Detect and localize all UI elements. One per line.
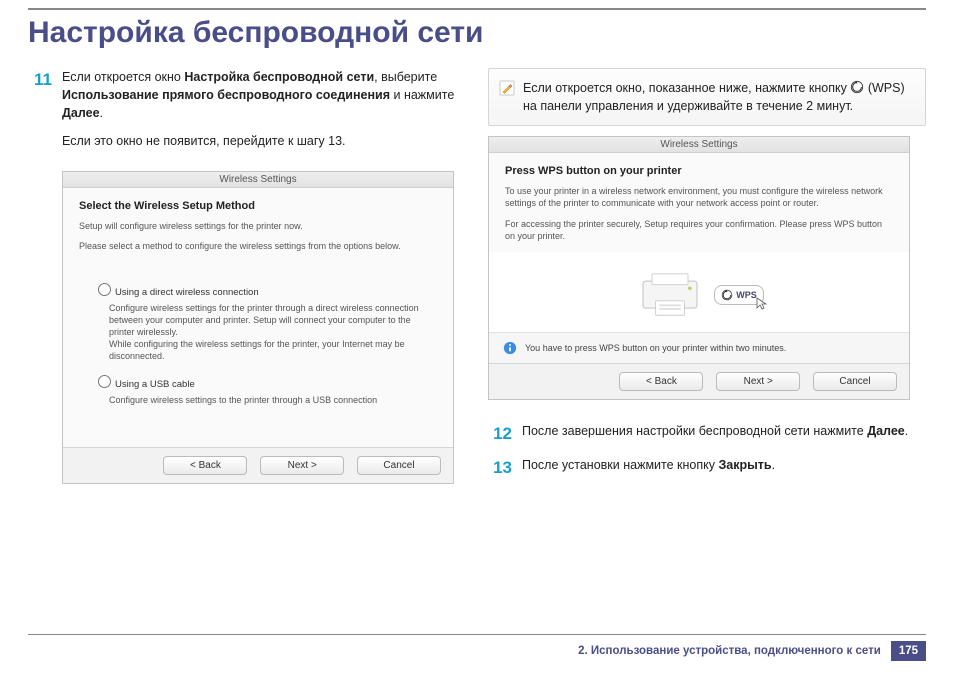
pencil-icon xyxy=(499,80,515,96)
wps-warning-text: You have to press WPS button on your pri… xyxy=(525,343,786,353)
step-12-number: 12 xyxy=(488,422,512,447)
option-usb-cable[interactable]: Using a USB cable xyxy=(93,372,437,390)
cancel-button[interactable]: Cancel xyxy=(357,456,441,475)
dialog-titlebar: Wireless Settings xyxy=(489,137,909,153)
step-11-body: Если откроется окно Настройка беспроводн… xyxy=(62,68,466,161)
option-direct-wireless[interactable]: Using a direct wireless connection xyxy=(93,280,437,298)
dialog-heading: Select the Wireless Setup Method xyxy=(79,200,437,212)
cursor-icon xyxy=(753,296,769,312)
wps-button[interactable]: WPS xyxy=(714,285,764,305)
step-13-body: После установки нажмите кнопку Закрыть. xyxy=(522,456,926,481)
step-12-body: После завершения настройки беспроводной … xyxy=(522,422,926,447)
step-11-number: 11 xyxy=(28,68,52,161)
back-button[interactable]: < Back xyxy=(163,456,247,475)
step-13-number: 13 xyxy=(488,456,512,481)
footer-page-number: 175 xyxy=(891,641,926,661)
dialog-heading: Press WPS button on your printer xyxy=(505,165,893,177)
wps-icon xyxy=(721,289,733,301)
printer-icon xyxy=(634,270,706,320)
footer-chapter: 2. Использование устройства, подключенно… xyxy=(578,645,881,657)
cancel-button[interactable]: Cancel xyxy=(813,372,897,391)
wps-note: Если откроется окно, показанное ниже, на… xyxy=(488,68,926,126)
back-button[interactable]: < Back xyxy=(619,372,703,391)
dialog-titlebar: Wireless Settings xyxy=(63,172,453,188)
next-button[interactable]: Next > xyxy=(716,372,800,391)
next-button[interactable]: Next > xyxy=(260,456,344,475)
wireless-setup-method-dialog: Wireless Settings Select the Wireless Se… xyxy=(62,171,454,484)
press-wps-dialog: Wireless Settings Press WPS button on yo… xyxy=(488,136,910,400)
wps-icon xyxy=(850,80,864,94)
info-icon xyxy=(503,341,517,355)
page-title: Настройка беспроводной сети xyxy=(28,16,926,50)
radio-usb-cable[interactable] xyxy=(98,375,111,388)
radio-direct-wireless[interactable] xyxy=(98,283,111,296)
